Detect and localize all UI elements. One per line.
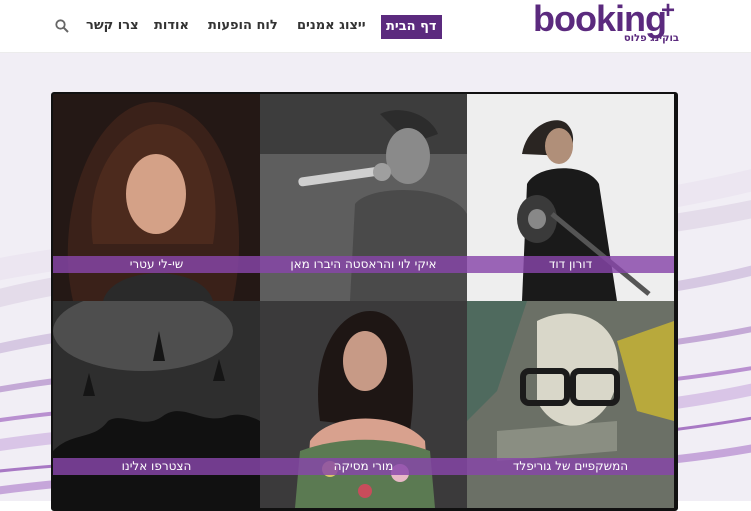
artist-label: דורון דוד [467, 256, 674, 273]
artist-label: איקי לוי והראסטה היברו מאן [260, 256, 467, 273]
nav-artist-representation[interactable]: ייצוג אמנים [297, 14, 366, 38]
logo-plus: + [661, 0, 676, 24]
search-icon[interactable] [55, 19, 69, 33]
logo-subtitle: בוקינג פלוס [623, 33, 679, 44]
artist-label: הצטרפו אלינו [53, 458, 260, 475]
artist-label: שי-לי עטרי [53, 256, 260, 273]
artist-photo [260, 301, 467, 508]
artist-tile-shai-li-atari[interactable]: שי-לי עטרי [53, 94, 260, 301]
artist-label: מורי מסיקה [260, 458, 467, 475]
artist-label: המשקפיים של גוריפלד [467, 458, 674, 475]
artist-tile-doron-david[interactable]: דורון דוד [467, 94, 674, 301]
nav-shows-calendar[interactable]: לוח הופעות [208, 14, 278, 38]
nav-about[interactable]: אודות [154, 14, 189, 38]
nav-contact[interactable]: צרו קשר [86, 14, 139, 38]
artist-tile-mori-masika[interactable]: מורי מסיקה [260, 301, 467, 508]
nav-home[interactable]: דף הבית [381, 15, 442, 39]
artist-tile-gurifeld-glasses[interactable]: המשקפיים של גוריפלד [467, 301, 674, 508]
artist-tile-join-us[interactable]: הצטרפו אלינו [53, 301, 260, 508]
artist-photo [467, 301, 674, 508]
brand-logo[interactable]: booking + בוקינג פלוס [533, 0, 683, 48]
artists-grid: דורון דוד איקי לוי והראסטה היברו מאן שי-… [51, 92, 678, 511]
site-header: booking + בוקינג פלוס דף הבית ייצוג אמני… [0, 0, 751, 53]
artist-photo [53, 301, 260, 508]
artist-tile-iki-levy[interactable]: איקי לוי והראסטה היברו מאן [260, 94, 467, 301]
